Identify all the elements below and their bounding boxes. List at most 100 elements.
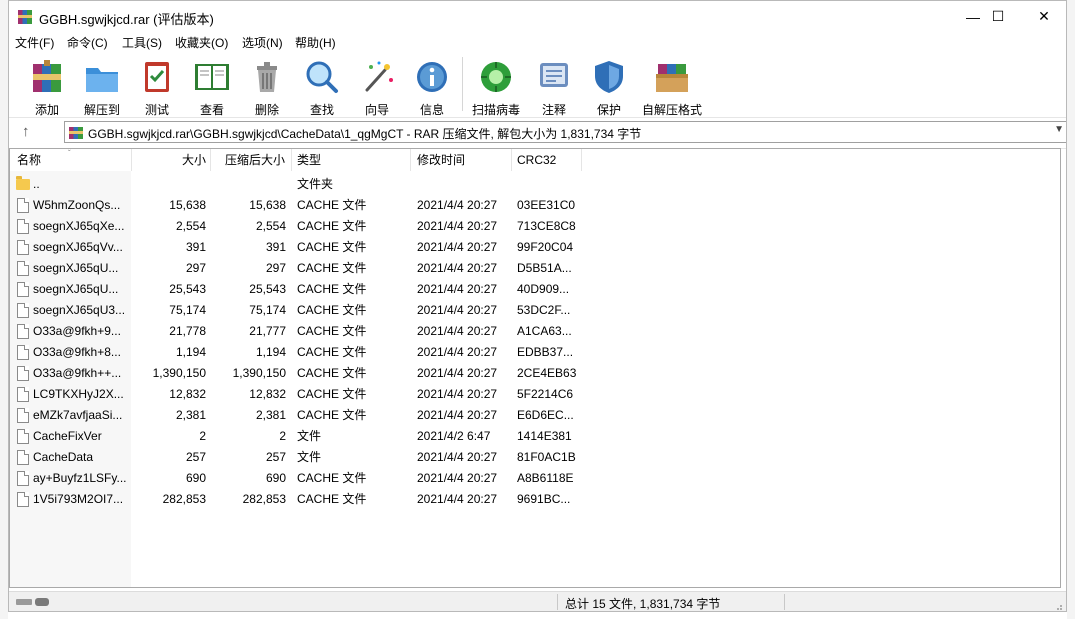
file-modified: 2021/4/4 20:27: [417, 471, 498, 485]
desktop-background-right: [1067, 0, 1075, 619]
chevron-down-icon[interactable]: ▼: [1054, 124, 1064, 135]
menu-tools[interactable]: 工具(S): [122, 34, 162, 51]
toolbar-protect-button[interactable]: 保护: [582, 55, 636, 117]
table-row[interactable]: 1V5i793M2OI7... 282,853 282,853 CACHE 文件 202…: [10, 489, 610, 510]
maximize-button[interactable]: ☐: [975, 1, 1021, 32]
menu-favorites[interactable]: 收藏夹(O): [175, 34, 228, 51]
address-path: GGBH.sgwjkjcd.rar\GGBH.sgwjkjcd\CacheDat…: [88, 127, 642, 141]
table-row[interactable]: soegnXJ65qU3... 75,174 75,174 CACHE 文件 2021/…: [10, 300, 610, 321]
file-crc: 40D909...: [517, 282, 570, 296]
column-divider[interactable]: [410, 149, 411, 171]
toolbar-extract-label: 解压到: [83, 103, 120, 117]
table-row[interactable]: O33a@9fkh+9... 21,778 21,777 CACHE 文件 2021/4…: [10, 321, 610, 342]
file-name: LC9TKXHyJ2X...: [33, 387, 124, 401]
file-name: W5hmZoonQs...: [33, 198, 121, 212]
menu-command[interactable]: 命令(C): [67, 34, 108, 51]
file-packed-size: 1,390,150: [232, 366, 286, 380]
file-crc: 2CE4EB63: [517, 366, 577, 380]
view-book-icon: [195, 64, 229, 90]
table-row[interactable]: soegnXJ65qXe... 2,554 2,554 CACHE 文件 2021/4/…: [10, 216, 610, 237]
toolbar-wizard-button[interactable]: 向导: [350, 55, 404, 117]
file-modified: [417, 174, 511, 195]
file-name: CacheFixVer: [33, 429, 102, 443]
file-name: CacheData: [33, 450, 94, 464]
table-row[interactable]: soegnXJ65qU... 25,543 25,543 CACHE 文件 2021/4…: [10, 279, 610, 300]
file-name: ..: [33, 177, 40, 191]
table-row[interactable]: eMZk7avfjaaSi... 2,381 2,381 CACHE 文件 2021/4…: [10, 405, 610, 426]
table-row[interactable]: O33a@9fkh+8... 1,194 1,194 CACHE 文件 2021/4/4…: [10, 342, 610, 363]
file-size: 690: [185, 471, 206, 485]
menu-bar: 文件(F) 命令(C) 工具(S) 收藏夹(O) 选项(N) 帮助(H): [9, 32, 1066, 52]
file-size: 2,381: [175, 408, 206, 422]
table-row[interactable]: LC9TKXHyJ2X... 12,832 12,832 CACHE 文件 2021/4…: [10, 384, 610, 405]
file-name: O33a@9fkh+8...: [33, 345, 121, 359]
menu-file[interactable]: 文件(F): [15, 34, 54, 51]
column-header-packed[interactable]: 压缩后大小: [225, 149, 285, 171]
toolbar-extract-button[interactable]: 解压到: [75, 55, 129, 117]
file-name: soegnXJ65qVv...: [33, 240, 123, 254]
file-size: 75,174: [169, 303, 206, 317]
table-row[interactable]: soegnXJ65qVv... 391 391 CACHE 文件 2021/4/4 20…: [10, 237, 610, 258]
toolbar-info-button[interactable]: 信息: [405, 55, 459, 117]
window-title: GGBH.sgwjkjcd.rar (评估版本): [39, 12, 214, 27]
toolbar-delete-label: 删除: [254, 103, 279, 117]
toolbar-delete-button[interactable]: 删除: [240, 55, 294, 117]
up-folder-button[interactable]: ↑: [22, 123, 30, 140]
table-row[interactable]: CacheFixVer 2 2 文件 2021/4/2 6:47 1414E381: [10, 426, 610, 447]
file-icon: [17, 492, 29, 507]
title-bar[interactable]: GGBH.sgwjkjcd.rar (评估版本) — ☐ ✕: [9, 1, 1066, 32]
file-modified: 2021/4/4 20:27: [417, 345, 498, 359]
column-divider[interactable]: [291, 149, 292, 171]
toolbar-view-button[interactable]: 查看: [185, 55, 239, 117]
toolbar-virus-scan-button[interactable]: 扫描病毒: [469, 55, 523, 117]
file-crc: 9691BC...: [517, 492, 571, 506]
table-row[interactable]: ay+Buyfz1LSFy... 690 690 CACHE 文件 2021/4/4 2…: [10, 468, 610, 489]
address-bar[interactable]: GGBH.sgwjkjcd.rar\GGBH.sgwjkjcd\CacheDat…: [64, 121, 1066, 143]
column-header-type[interactable]: 类型: [297, 149, 321, 171]
file-crc: [517, 174, 583, 195]
maximize-icon: ☐: [991, 8, 1005, 24]
file-name: O33a@9fkh++...: [33, 366, 122, 380]
file-type: CACHE 文件: [297, 303, 367, 317]
file-packed-size: 2,381: [255, 408, 286, 422]
file-name: soegnXJ65qXe...: [33, 219, 125, 233]
file-modified: 2021/4/4 20:27: [417, 303, 498, 317]
toolbar-sfx-button[interactable]: 自解压格式: [637, 55, 707, 117]
file-packed-size: 75,174: [249, 303, 286, 317]
toolbar-separator: [462, 57, 463, 111]
column-divider[interactable]: [581, 149, 582, 171]
toolbar-add-button[interactable]: 添加: [20, 55, 74, 117]
toolbar-test-button[interactable]: 测试: [130, 55, 184, 117]
column-divider[interactable]: [210, 149, 211, 171]
file-size: 297: [185, 261, 206, 275]
desktop-background-left: [0, 0, 8, 619]
file-type: 文件: [297, 429, 322, 443]
file-modified: 2021/4/4 20:27: [417, 366, 498, 380]
column-header-modified[interactable]: 修改时间: [417, 149, 465, 171]
file-type: CACHE 文件: [297, 198, 367, 212]
table-row[interactable]: CacheData 257 257 文件 2021/4/4 20:27 81F0AC1B: [10, 447, 610, 468]
menu-help[interactable]: 帮助(H): [295, 34, 336, 51]
add-archive-icon: [33, 60, 61, 92]
close-button[interactable]: ✕: [1021, 1, 1066, 32]
column-divider[interactable]: [511, 149, 512, 171]
file-packed-size: 2: [279, 429, 286, 443]
menu-options[interactable]: 选项(N): [242, 34, 283, 51]
column-header-name[interactable]: 名称: [17, 149, 41, 171]
file-modified: 2021/4/4 20:27: [417, 324, 498, 338]
table-row[interactable]: soegnXJ65qU... 297 297 CACHE 文件 2021/4/4 20:…: [10, 258, 610, 279]
toolbar-virus-scan-label: 扫描病毒: [471, 103, 520, 117]
column-header-crc[interactable]: CRC32: [517, 149, 556, 171]
toolbar-find-button[interactable]: 查找: [295, 55, 349, 117]
file-modified: 2021/4/4 20:27: [417, 261, 498, 275]
status-separator: [784, 594, 785, 610]
resize-grip-icon[interactable]: [1053, 601, 1063, 611]
table-row[interactable]: .. 文件夹: [10, 174, 610, 195]
toolbar-find-label: 查找: [309, 103, 334, 117]
table-row[interactable]: O33a@9fkh++... 1,390,150 1,390,150 CACHE 文件…: [10, 363, 610, 384]
toolbar-comment-button[interactable]: 注释: [527, 55, 581, 117]
table-row[interactable]: W5hmZoonQs... 15,638 15,638 CACHE 文件 2021/4/…: [10, 195, 610, 216]
column-header-size[interactable]: 大小: [132, 149, 206, 171]
sfx-box-icon: [656, 64, 688, 92]
file-list[interactable]: 名称 ˇ 大小 压缩后大小 类型 修改时间 CRC32 .. 文件夹 W5hmZoo…: [9, 148, 1061, 588]
